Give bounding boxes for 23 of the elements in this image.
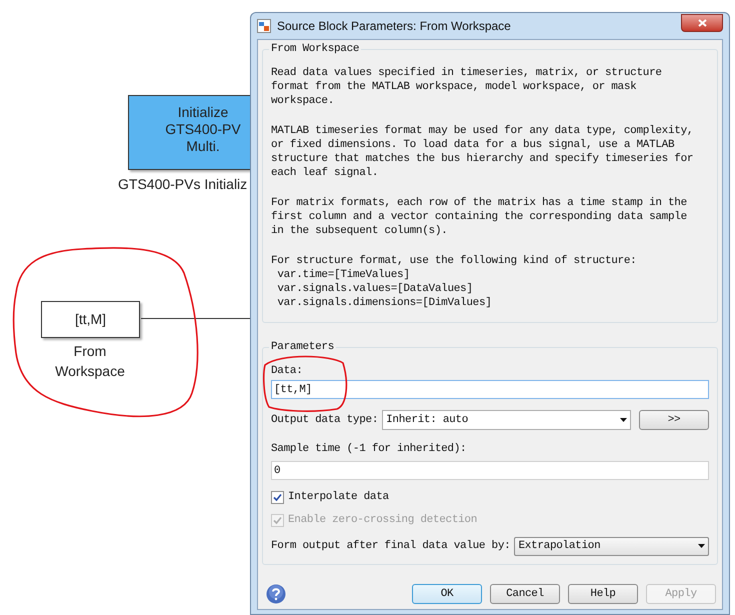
field-label: Output data type:: [271, 413, 378, 427]
window-title: Source Block Parameters: From Workspace: [277, 18, 512, 35]
field-label: Data:: [271, 364, 304, 379]
dialog-button[interactable]: Cancel: [490, 584, 560, 604]
dialog-button[interactable]: OK: [412, 584, 482, 604]
dropdown[interactable]: Extrapolation: [514, 536, 709, 556]
source-block[interactable]: [tt,M]: [41, 301, 140, 338]
dialog-button[interactable]: Help: [568, 584, 638, 604]
field-label: Sample time (-1 for inherited):: [271, 442, 468, 457]
field-label: Form output after final data value by:: [271, 539, 510, 553]
checkbox-label: Interpolate data: [288, 490, 389, 504]
description-paragraph: For structure format, use the following kind of structure: var.time=[TimeValues] var.signals.values=[DataValues] var.signals.dimensions=[DimValues]: [271, 254, 638, 310]
checkbox-label: Enable zero-crossing detection: [288, 513, 478, 527]
input-field[interactable]: 0: [271, 461, 709, 480]
input-field[interactable]: [tt,M]: [271, 380, 709, 399]
dropdown[interactable]: Inherit: auto: [382, 410, 631, 430]
description-paragraph: For matrix formats, each row of the matrix has a time stamp in the first column and a vector containing the corresponding data sample in the subsequent column(s).: [271, 196, 688, 238]
description-paragraph: MATLAB timeseries format may be used for any data type, complexity, or fixed dimensions. To load data for a bus signal, use a MATLAB structure that matches the bus hierarchy and specify timeseries for each leaf signal.: [271, 124, 694, 180]
data-type-button[interactable]: >>: [639, 410, 709, 430]
description-paragraph: Read data values specified in timeseries, matrix, or structure format from the MATLAB workspace, model workspace, or mask workspace.: [271, 66, 663, 108]
group-title: From Workspace: [269, 42, 362, 56]
block-label: GTS400-PVs Initializ: [118, 175, 248, 194]
block-label: From Workspace: [54, 342, 126, 381]
